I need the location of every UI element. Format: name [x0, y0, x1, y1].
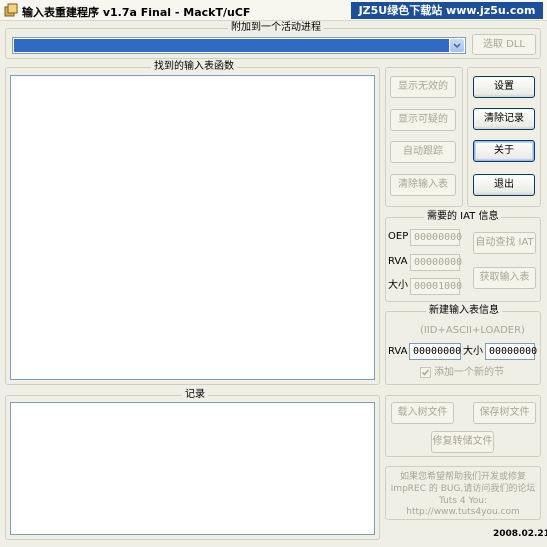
auto-trace-button[interactable]: 自动跟踪	[390, 141, 456, 163]
clear-log-button[interactable]: 清除记录	[473, 108, 535, 130]
import-actions-group: 显示无效的 显示可疑的 自动跟踪 清除输入表	[385, 67, 463, 207]
build-date: 2008.02.21	[493, 529, 547, 539]
imports-group: 找到的输入表函数	[5, 61, 380, 385]
exit-button[interactable]: 退出	[473, 174, 535, 196]
oep-field[interactable]: 00000000	[410, 229, 462, 246]
log-group-label: 记录	[182, 389, 208, 401]
iat-info-group-label: 需要的 IAT 信息	[424, 211, 502, 223]
about-button[interactable]: 关于	[473, 140, 535, 162]
process-group: 附加到一个活动进程 选取 DLL	[5, 22, 541, 59]
info-group: 如果您希望帮助我们开发或修复 ImpREC 的 BUG,请访问我们的论坛 Tut…	[385, 466, 541, 520]
imports-group-label: 找到的输入表函数	[151, 61, 237, 73]
new-import-group-label: 新建输入表信息	[426, 305, 502, 317]
load-tree-button[interactable]: 载入树文件	[391, 402, 454, 424]
get-imports-button[interactable]: 获取输入表	[473, 267, 536, 289]
iat-rva-field[interactable]: 00000000	[410, 254, 462, 271]
log-group: 记录	[5, 389, 380, 540]
new-import-rva-field[interactable]: 00000000	[409, 343, 461, 360]
main-actions-group: 设置 清除记录 关于 退出	[467, 67, 541, 207]
new-import-subtitle: (IID+ASCII+LOADER)	[420, 325, 525, 336]
add-section-checkbox[interactable]	[420, 367, 431, 378]
save-tree-button[interactable]: 保存树文件	[473, 402, 536, 424]
autosearch-iat-button[interactable]: 自动查找 IAT	[473, 232, 536, 254]
window-title: 输入表重建程序 v1.7a Final - MackT/uCF	[22, 6, 251, 19]
chevron-down-icon[interactable]	[450, 39, 464, 52]
process-dropdown[interactable]	[12, 37, 466, 54]
new-import-rva-label: RVA	[388, 346, 408, 357]
forum-link[interactable]: Tuts 4 You: http://www.tuts4you.com	[388, 496, 538, 518]
iat-info-group: 需要的 IAT 信息 OEP 00000000 RVA 00000000 大小 …	[385, 211, 541, 302]
iat-size-field[interactable]: 00001000	[410, 278, 462, 295]
main-window: 输入表重建程序 v1.7a Final - MackT/uCF JZ5U绿色下载…	[0, 0, 547, 547]
new-import-size-field[interactable]: 00000000	[485, 343, 537, 360]
process-dropdown-selection	[14, 39, 449, 52]
clear-imports-button[interactable]: 清除输入表	[390, 174, 456, 196]
oep-label: OEP	[388, 231, 409, 242]
watermark-banner: JZ5U绿色下载站 www.jz5u.com	[351, 2, 543, 19]
iat-size-label: 大小	[388, 280, 408, 291]
new-import-size-label: 大小	[463, 346, 483, 357]
imports-tree[interactable]	[10, 75, 375, 380]
process-group-label: 附加到一个活动进程	[228, 22, 324, 34]
help-line-1: 如果您希望帮助我们开发或修复	[399, 472, 526, 482]
title-bar[interactable]: 输入表重建程序 v1.7a Final - MackT/uCF JZ5U绿色下载…	[0, 0, 547, 21]
app-icon	[4, 3, 18, 17]
add-section-label: 添加一个新的节	[434, 367, 504, 378]
show-suspect-button[interactable]: 显示可疑的	[390, 109, 456, 131]
log-panel[interactable]	[10, 402, 375, 535]
options-button[interactable]: 设置	[473, 76, 535, 98]
help-line-2: ImpREC 的 BUG,请访问我们的论坛	[390, 484, 536, 494]
pick-dll-button[interactable]: 选取 DLL	[472, 34, 536, 55]
new-import-group: 新建输入表信息 (IID+ASCII+LOADER) RVA 00000000 …	[385, 305, 541, 385]
tree-actions-group: 载入树文件 保存树文件 修复转储文件	[385, 395, 541, 457]
iat-rva-label: RVA	[388, 256, 408, 267]
show-invalid-button[interactable]: 显示无效的	[390, 76, 456, 98]
fix-dump-button[interactable]: 修复转储文件	[431, 431, 494, 453]
